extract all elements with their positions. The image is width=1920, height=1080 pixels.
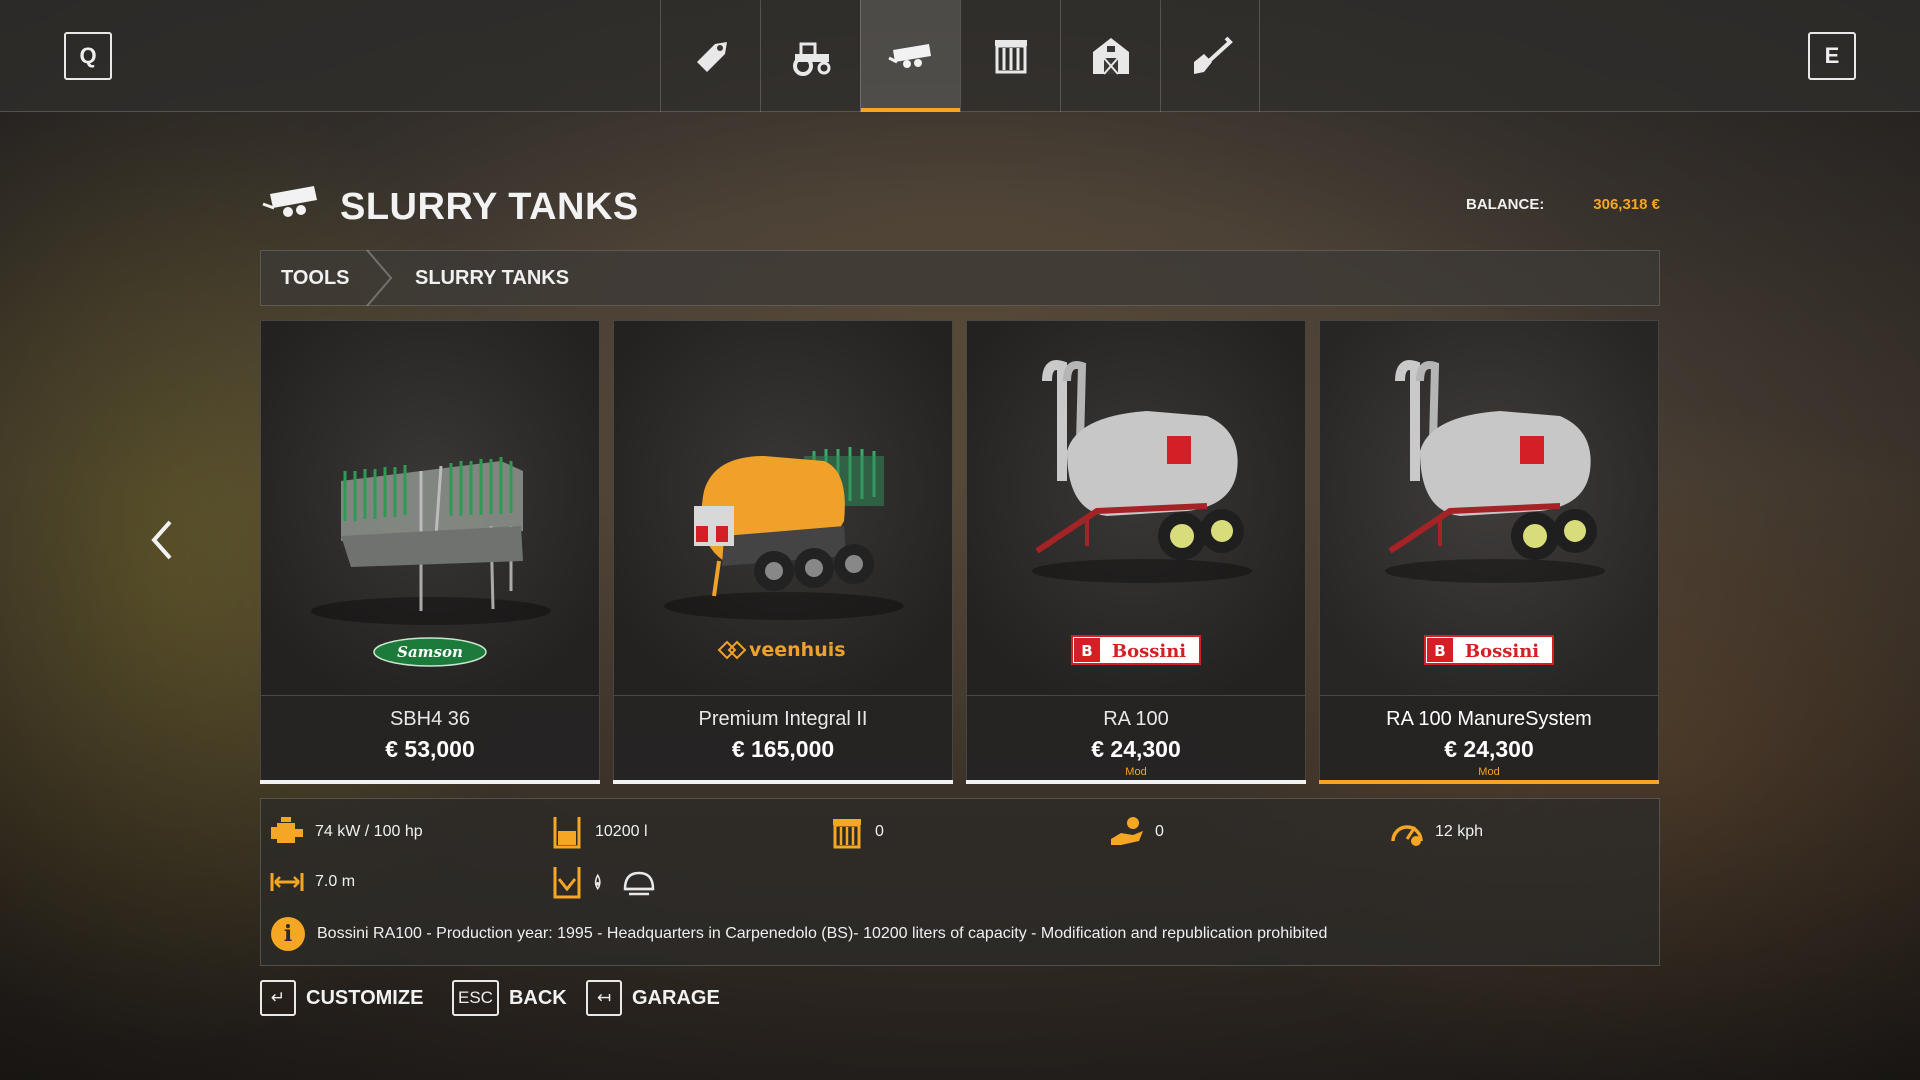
- hand-coin-icon: [1111, 817, 1143, 845]
- speedometer-icon: [1391, 825, 1423, 846]
- shop-item-card[interactable]: B Bossini RA 100 € 24,300 Mod: [966, 320, 1306, 784]
- brand-name: Samson: [397, 643, 463, 661]
- brand-logo-veenhuis: veenhuis: [614, 635, 952, 665]
- stat-working-width-value: 7.0 m: [315, 873, 356, 890]
- mod-badge: Mod: [1478, 766, 1500, 778]
- tab-placeables[interactable]: [960, 0, 1060, 112]
- item-info: SBH4 36 € 53,000: [261, 695, 599, 781]
- item-info: RA 100 € 24,300 Mod: [967, 695, 1305, 781]
- stat-daily-cost: 0: [1109, 815, 1164, 849]
- item-price: € 24,300: [1444, 736, 1534, 762]
- stat-working-width: 7.0 m: [269, 865, 355, 899]
- tab-vehicles[interactable]: [760, 0, 860, 112]
- stat-upkeep-value: 0: [875, 823, 884, 840]
- next-page-key-e[interactable]: E: [1808, 32, 1856, 80]
- garage-label: GARAGE: [632, 986, 720, 1009]
- stat-speed: 12 kph: [1389, 815, 1483, 849]
- back-button[interactable]: ESC BACK: [452, 980, 567, 1016]
- card-underline: [613, 780, 953, 784]
- category-tabs: [660, 0, 1260, 112]
- breadcrumb: TOOLS SLURRY TANKS: [260, 250, 1660, 306]
- page-title: SLURRY TANKS: [340, 186, 639, 228]
- breadcrumb-tools[interactable]: TOOLS: [281, 267, 350, 290]
- brand-logo-bossini: B Bossini: [1320, 635, 1658, 665]
- mod-badge: Mod: [1125, 766, 1147, 778]
- item-description: i Bossini RA100 - Production year: 1995 …: [271, 917, 1327, 951]
- item-name: Premium Integral II: [698, 708, 868, 730]
- enter-key-icon: ↵: [260, 980, 296, 1016]
- stat-capacity-value: 10200 l: [595, 823, 648, 840]
- item-name: RA 100: [1103, 708, 1169, 730]
- item-name: SBH4 36: [389, 708, 471, 730]
- item-info: RA 100 ManureSystem € 24,300 Mod: [1320, 695, 1658, 781]
- slurry-tank-icon: [887, 44, 931, 68]
- barn-icon: [1092, 38, 1129, 75]
- esc-key-icon: ESC: [452, 980, 499, 1016]
- customize-button[interactable]: ↵ CUSTOMIZE: [260, 980, 423, 1016]
- shop-item-card[interactable]: veenhuis Premium Integral II € 165,000: [613, 320, 953, 784]
- top-navigation-bar: Q E: [0, 0, 1920, 112]
- customize-label: CUSTOMIZE: [306, 986, 424, 1009]
- tab-buildings[interactable]: [1060, 0, 1160, 112]
- stat-fill-types: [549, 865, 667, 899]
- digestate-icon: [623, 871, 655, 896]
- stat-capacity: 10200 l: [549, 815, 648, 849]
- shovel-icon: [1194, 36, 1233, 74]
- engine-icon: [271, 817, 303, 843]
- liquid-manure-icon: [553, 867, 581, 899]
- card-underline: [966, 780, 1306, 784]
- item-info: Premium Integral II € 165,000: [614, 695, 952, 781]
- stat-speed-value: 12 kph: [1435, 823, 1484, 840]
- breadcrumb-slurry-tanks[interactable]: SLURRY TANKS: [415, 267, 569, 290]
- item-details-panel: 74 kW / 100 hp 10200 l 0 0 12 kph 7.0 m …: [260, 798, 1660, 966]
- svg-text:B: B: [1081, 642, 1092, 660]
- info-icon: i: [271, 917, 305, 951]
- shop-item-card-selected[interactable]: B Bossini RA 100 ManureSystem € 24,300 M…: [1319, 320, 1659, 784]
- tab-tools[interactable]: [860, 0, 960, 112]
- brand-logo-bossini: B Bossini: [967, 635, 1305, 665]
- slurry-tank-icon: [262, 186, 317, 217]
- stat-power: 74 kW / 100 hp: [269, 815, 423, 849]
- balance-label: BALANCE:: [1466, 196, 1545, 213]
- item-price: € 165,000: [731, 736, 835, 762]
- chevron-right-icon: [366, 250, 393, 306]
- garage-button[interactable]: ↤ GARAGE: [586, 980, 720, 1016]
- card-underline: [260, 780, 600, 784]
- stat-power-value: 74 kW / 100 hp: [315, 823, 423, 840]
- brand-name: Bossini: [1465, 641, 1539, 662]
- brand-logo-samson: Samson: [261, 635, 599, 669]
- brand-name: Bossini: [1112, 641, 1186, 662]
- svg-text:B: B: [1434, 642, 1445, 660]
- back-label: BACK: [508, 986, 567, 1009]
- tractor-icon: [792, 42, 830, 76]
- backspace-key-icon: ↤: [586, 980, 622, 1016]
- stat-upkeep: 0: [829, 815, 884, 849]
- stat-daily-cost-value: 0: [1155, 823, 1164, 840]
- width-icon: [270, 873, 304, 891]
- warehouse-icon: [994, 40, 1027, 74]
- chevron-left-icon[interactable]: [146, 518, 178, 562]
- price-tag-icon: [696, 42, 727, 72]
- description-text: Bossini RA100 - Production year: 1995 - …: [317, 925, 1328, 942]
- building-icon: [833, 819, 861, 849]
- item-price: € 53,000: [385, 736, 475, 762]
- fertilizer-drop-icon: [594, 873, 601, 891]
- capacity-icon: [553, 817, 581, 849]
- tab-sales[interactable]: [660, 0, 760, 112]
- item-name: RA 100 ManureSystem: [1386, 708, 1592, 730]
- prev-page-key-q[interactable]: Q: [64, 32, 112, 80]
- shop-item-card[interactable]: Samson SBH4 36 € 53,000: [260, 320, 600, 784]
- card-underline-selected: [1319, 780, 1659, 784]
- tab-landscaping[interactable]: [1160, 0, 1260, 112]
- brand-name: veenhuis: [749, 639, 846, 661]
- balance-value: 306,318 €: [1593, 196, 1660, 213]
- item-price: € 24,300: [1091, 736, 1181, 762]
